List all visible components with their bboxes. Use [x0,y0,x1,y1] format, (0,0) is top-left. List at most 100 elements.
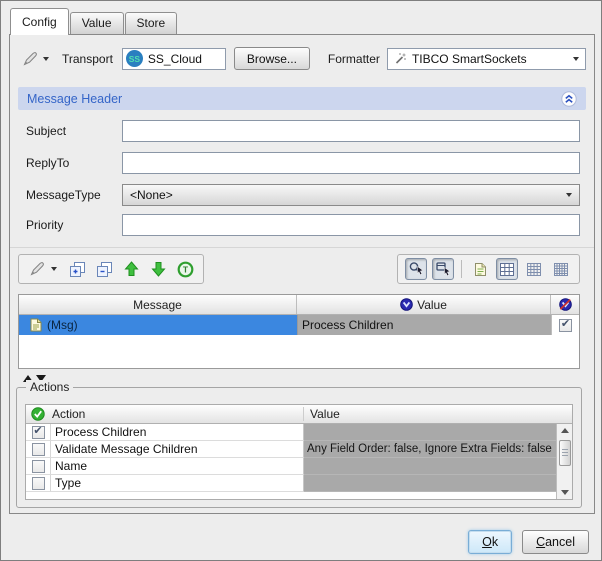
move-up-button[interactable] [120,258,142,280]
priority-label: Priority [26,218,64,232]
message-value-cell[interactable]: Process Children [297,315,551,335]
messagetype-value: <None> [130,188,173,202]
new-document-button[interactable] [469,258,491,280]
action-value[interactable]: Any Field Order: false, Ignore Extra Fie… [304,441,556,458]
actions-group: Actions Action Value ✔ Process Children … [16,380,582,508]
reset-T-circle-icon: T [177,261,193,277]
smartsockets-badge-icon: SS [125,50,143,67]
set-value-pencil-button[interactable] [20,50,40,68]
grid-view-large-button[interactable] [496,258,518,280]
actions-scrollbar[interactable] [556,424,572,499]
zoom-select-button[interactable] [405,258,427,280]
browse-button[interactable]: Browse... [233,47,310,70]
column-header-message[interactable]: Message [19,295,297,314]
message-header-bar: Message Header [18,87,586,110]
grid-medium-icon [527,262,541,276]
column-header-override[interactable] [551,295,579,314]
duplicate-minus-icon [96,261,112,277]
pencil-icon [30,262,44,276]
formatter-label: Formatter [327,51,380,66]
action-name: Process Children [50,424,304,441]
collapse-all-button[interactable] [93,258,115,280]
messagetype-select[interactable]: <None> [122,184,580,206]
scrollbar-thumb[interactable] [558,440,571,466]
dialog-button-row: Ok Cancel [468,530,589,554]
message-row-msg[interactable]: (Msg) Process Children [19,315,579,335]
action-row[interactable]: Validate Message Children Any Field Orde… [26,441,556,458]
action-value[interactable] [304,424,556,441]
column-header-action-value[interactable]: Value [304,407,572,421]
actions-group-title: Actions [26,380,74,394]
subject-input[interactable] [122,120,580,142]
replyto-input[interactable] [122,152,580,174]
messagetype-row: MessageType <None> [26,184,580,206]
zoom-deselect-button[interactable] [432,258,454,280]
message-node-cell[interactable]: (Msg) [19,315,297,335]
action-checkbox[interactable] [31,442,45,456]
message-node-label: (Msg) [47,318,78,332]
message-editor-dialog: Config Value Store Transport SS SS_Cloud… [0,0,602,561]
transport-label: Transport [62,51,113,66]
collapse-section-button[interactable] [561,90,577,107]
message-row-checkbox[interactable] [559,318,572,332]
ok-button[interactable]: Ok [468,530,513,554]
pencil-icon [23,51,37,66]
actions-rows: Process Children Validate Message Childr… [26,424,556,499]
tab-value[interactable]: Value [69,12,124,34]
grid-view-medium-button[interactable] [523,258,545,280]
column-header-action[interactable]: Action [50,407,304,421]
message-table-header: Message Value [19,295,579,315]
reset-button[interactable]: T [174,258,196,280]
column-header-value[interactable]: Value [297,295,551,314]
transport-field[interactable]: SS SS_Cloud [121,47,226,70]
edit-value-pencil-button[interactable] [26,258,48,280]
scroll-down-icon [560,490,569,495]
actions-table: Action Value Process Children Validate M… [25,404,573,500]
replyto-row: ReplyTo [26,152,580,174]
message-value-text: Process Children [302,318,394,332]
action-checkbox[interactable] [31,459,45,473]
tab-store[interactable]: Store [124,12,178,34]
cancel-mnemonic: C [536,535,546,549]
cancel-button[interactable]: Cancel [522,530,589,554]
collapse-chevrons-icon [561,90,577,107]
tab-config[interactable]: Config [10,8,69,35]
action-checkbox[interactable] [31,476,45,490]
pencil-menu-chevron-down-icon[interactable] [43,56,49,61]
cancel-rest: ancel [545,535,575,549]
priority-input[interactable] [122,214,580,236]
expand-all-button[interactable] [66,258,88,280]
action-row[interactable]: Type [26,475,556,492]
message-table: Message Value (Msg) Process Children ✔ [18,294,580,369]
section-divider [10,247,594,248]
value-column-label: Value [417,297,447,312]
messagetype-chevron-down-icon [566,193,572,197]
message-toolbar-right [397,254,580,284]
scrollbar-track[interactable] [557,437,573,486]
action-value[interactable] [304,475,556,492]
pane-splitter[interactable] [18,371,586,386]
transport-value: SS_Cloud [147,51,202,66]
formatter-select[interactable]: TIBCO SmartSockets [386,47,586,70]
message-header-title: Message Header [27,91,123,106]
action-value[interactable] [304,458,556,475]
action-checkbox[interactable] [31,425,45,439]
action-row[interactable]: Process Children [26,424,556,441]
grid-small-icon [554,262,568,276]
priority-row: Priority [26,214,580,236]
replyto-label: ReplyTo [26,156,70,170]
message-column-label: Message [133,297,182,312]
grid-view-small-button[interactable] [550,258,572,280]
scroll-down-button[interactable] [557,486,573,499]
edit-menu-chevron-down-icon[interactable] [51,267,57,271]
magnifier-cursor-alt-icon [435,262,451,277]
messagetype-label: MessageType [26,188,101,202]
svg-text:T: T [182,264,188,274]
action-row[interactable]: Name [26,458,556,475]
message-override-cell[interactable] [551,315,579,335]
value-circle-icon [400,298,413,311]
config-tab-panel: Transport SS SS_Cloud Browse... Formatte… [9,34,595,514]
scroll-up-button[interactable] [557,424,573,437]
action-name: Validate Message Children [50,441,304,458]
move-down-button[interactable] [147,258,169,280]
